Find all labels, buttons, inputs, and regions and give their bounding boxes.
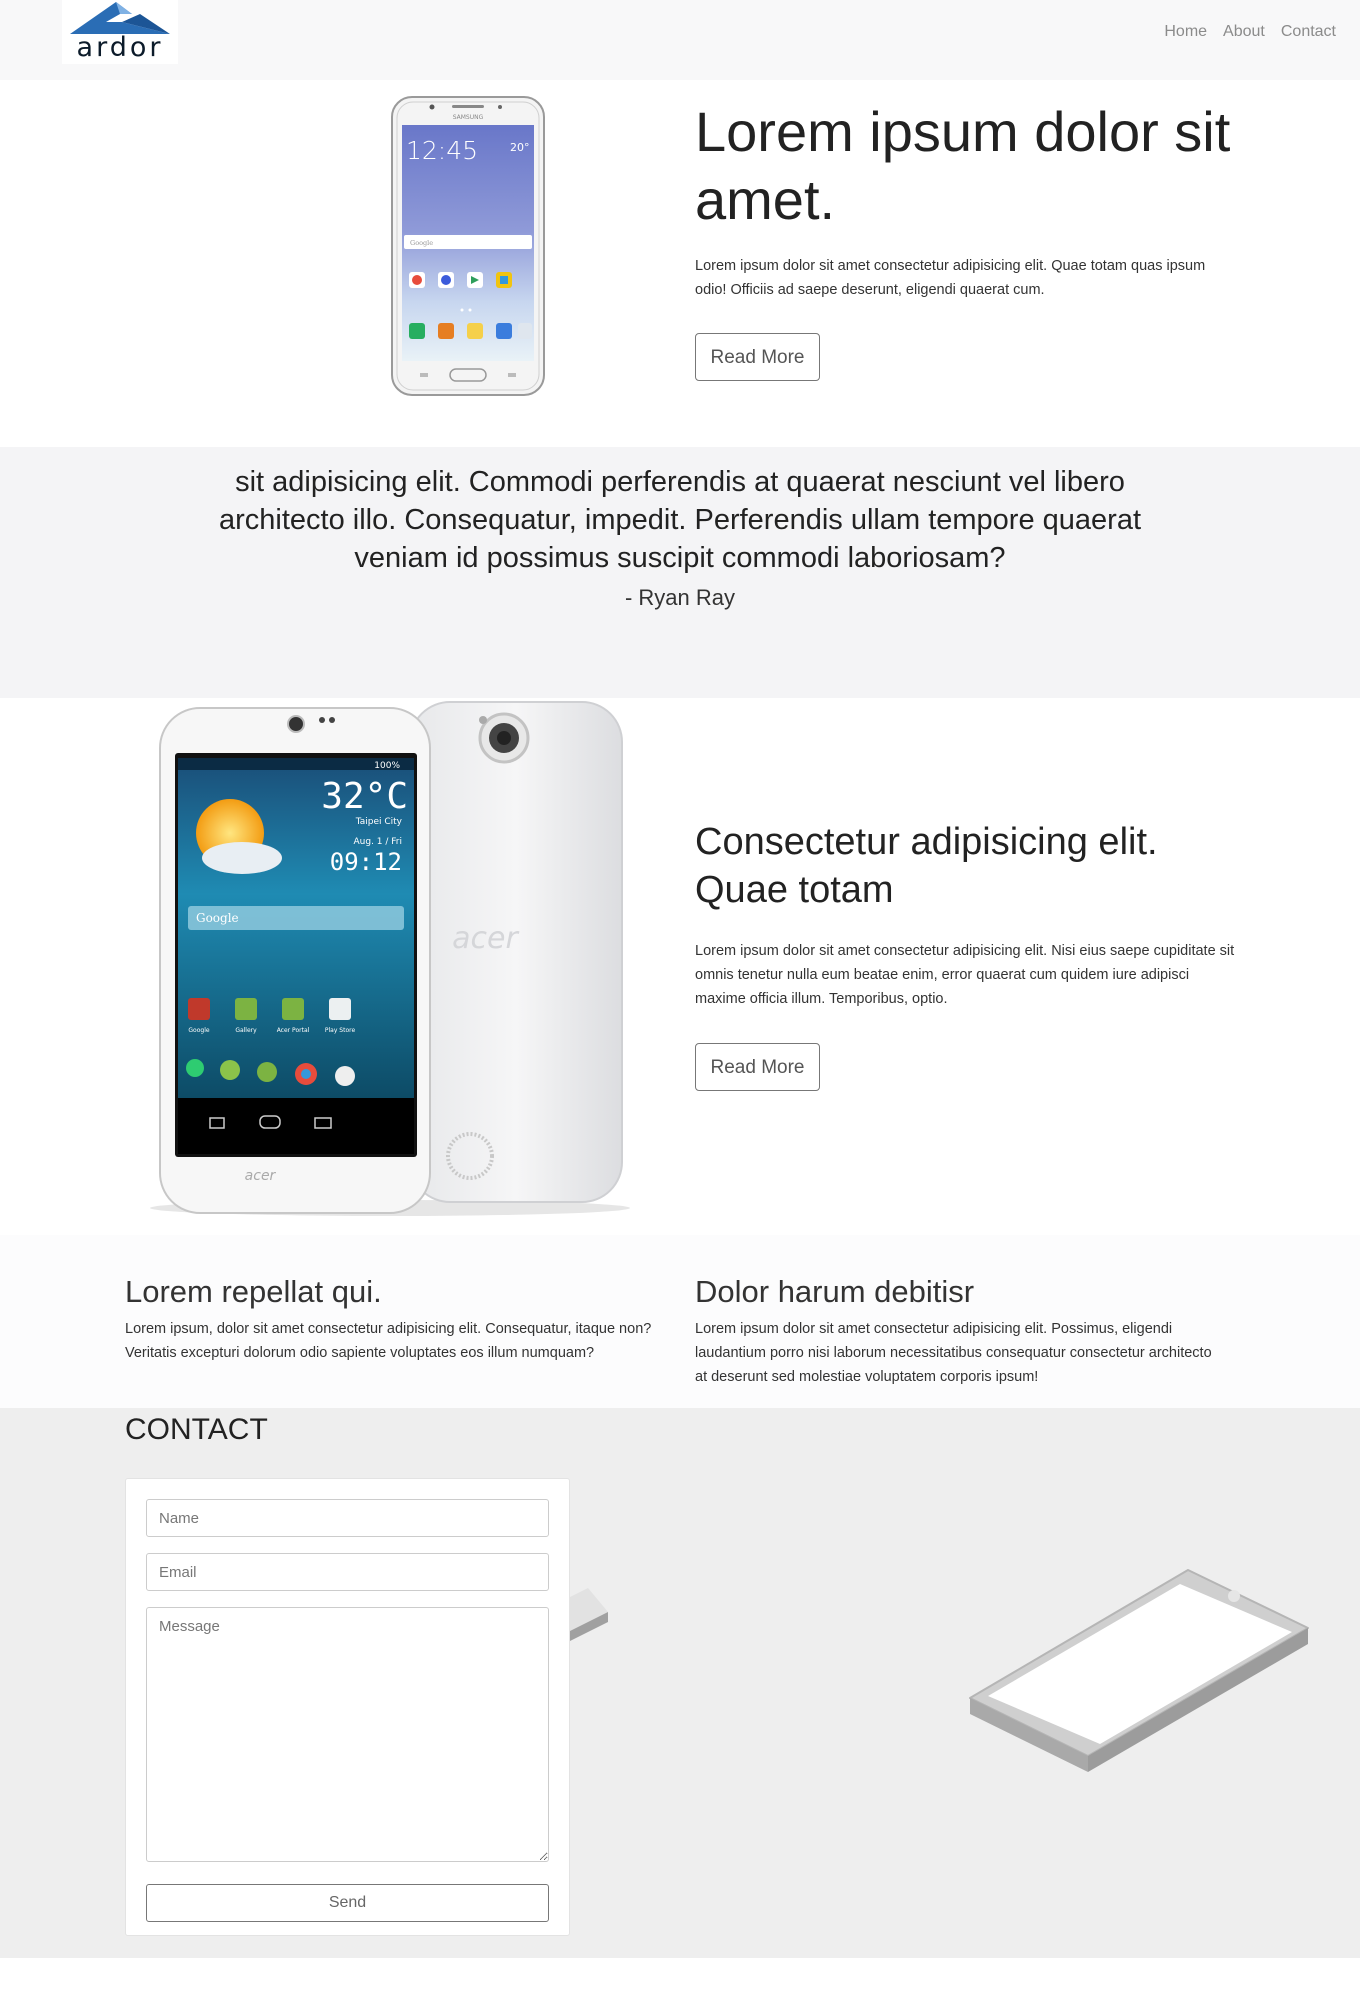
- feature-read-more-button[interactable]: Read More: [695, 1043, 820, 1091]
- brand-logo[interactable]: ardor: [62, 0, 178, 64]
- hero-description: Lorem ipsum dolor sit amet consectetur a…: [695, 258, 1206, 298]
- nav-home-link[interactable]: Home: [1164, 21, 1207, 43]
- brand-name: ardor: [76, 32, 164, 63]
- svg-text:Acer Portal: Acer Portal: [277, 1027, 310, 1034]
- nav-contact-link[interactable]: Contact: [1281, 21, 1336, 43]
- feature-title: Consectetur adipisicing elit. Quae totam: [695, 821, 1158, 911]
- nav-about-link[interactable]: About: [1223, 21, 1265, 43]
- testimonial-section: sit adipisicing elit. Commodi perferendi…: [0, 447, 1360, 698]
- svg-text:Gallery: Gallery: [235, 1027, 257, 1034]
- info-column-text: Lorem ipsum, dolor sit amet consectetur …: [125, 1321, 652, 1361]
- feature-section: acer 100% 32°C Taipei City Aug. 1 / Fri …: [0, 698, 1360, 1235]
- hero-read-more-button[interactable]: Read More: [695, 333, 820, 381]
- svg-text:Aug. 1 / Fri: Aug. 1 / Fri: [354, 837, 403, 847]
- svg-text:100%: 100%: [374, 761, 400, 771]
- svg-text:12:45: 12:45: [406, 136, 478, 165]
- svg-text:SAMSUNG: SAMSUNG: [453, 114, 484, 121]
- send-button[interactable]: Send: [146, 1884, 549, 1922]
- contact-title: CONTACT: [125, 1413, 268, 1446]
- name-input[interactable]: [146, 1499, 549, 1537]
- svg-text:32°C: 32°C: [321, 776, 408, 817]
- contact-section: CONTACT Send: [0, 1408, 1360, 1958]
- info-column-title: Dolor harum debitisr: [695, 1274, 975, 1309]
- nav-menu: Home About Contact: [1164, 21, 1336, 43]
- navbar: ardor Home About Contact: [0, 0, 1360, 80]
- hero-section: SAMSUNG 12:45 20° Google Lorem ipsum dol…: [0, 80, 1360, 447]
- testimonial-quote: sit adipisicing elit. Commodi perferendi…: [218, 466, 1142, 574]
- info-column-title: Lorem repellat qui.: [125, 1274, 382, 1309]
- info-column: Dolor harum debitisr Lorem ipsum dolor s…: [695, 1275, 1215, 1389]
- svg-text:09:12: 09:12: [330, 848, 402, 876]
- info-columns-section: Lorem repellat qui. Lorem ipsum, dolor s…: [0, 1235, 1360, 1408]
- samsung-phone-image: SAMSUNG 12:45 20° Google: [391, 96, 545, 396]
- email-input[interactable]: [146, 1553, 549, 1591]
- svg-text:Google: Google: [196, 911, 239, 925]
- page-footer-strip: [0, 1958, 1360, 1996]
- acer-phones-image: acer 100% 32°C Taipei City Aug. 1 / Fri …: [150, 701, 630, 1216]
- info-column: Lorem repellat qui. Lorem ipsum, dolor s…: [125, 1275, 660, 1365]
- svg-text:Google: Google: [410, 239, 433, 247]
- feature-description: Lorem ipsum dolor sit amet consectetur a…: [695, 943, 1235, 1007]
- svg-text:Taipei City: Taipei City: [355, 817, 403, 827]
- svg-text:Google: Google: [188, 1027, 209, 1034]
- info-column-text: Lorem ipsum dolor sit amet consectetur a…: [695, 1321, 1212, 1385]
- contact-form: Send: [125, 1478, 570, 1936]
- svg-text:acer: acer: [452, 921, 519, 956]
- isometric-phone-image: [969, 1569, 1309, 1772]
- hero-title: Lorem ipsum dolor sit amet.: [695, 100, 1231, 231]
- svg-text:Play Store: Play Store: [325, 1027, 356, 1034]
- svg-text:20°: 20°: [510, 141, 530, 154]
- svg-text:acer: acer: [245, 1168, 277, 1184]
- message-textarea[interactable]: [146, 1607, 549, 1862]
- testimonial-author: - Ryan Ray: [624, 585, 736, 610]
